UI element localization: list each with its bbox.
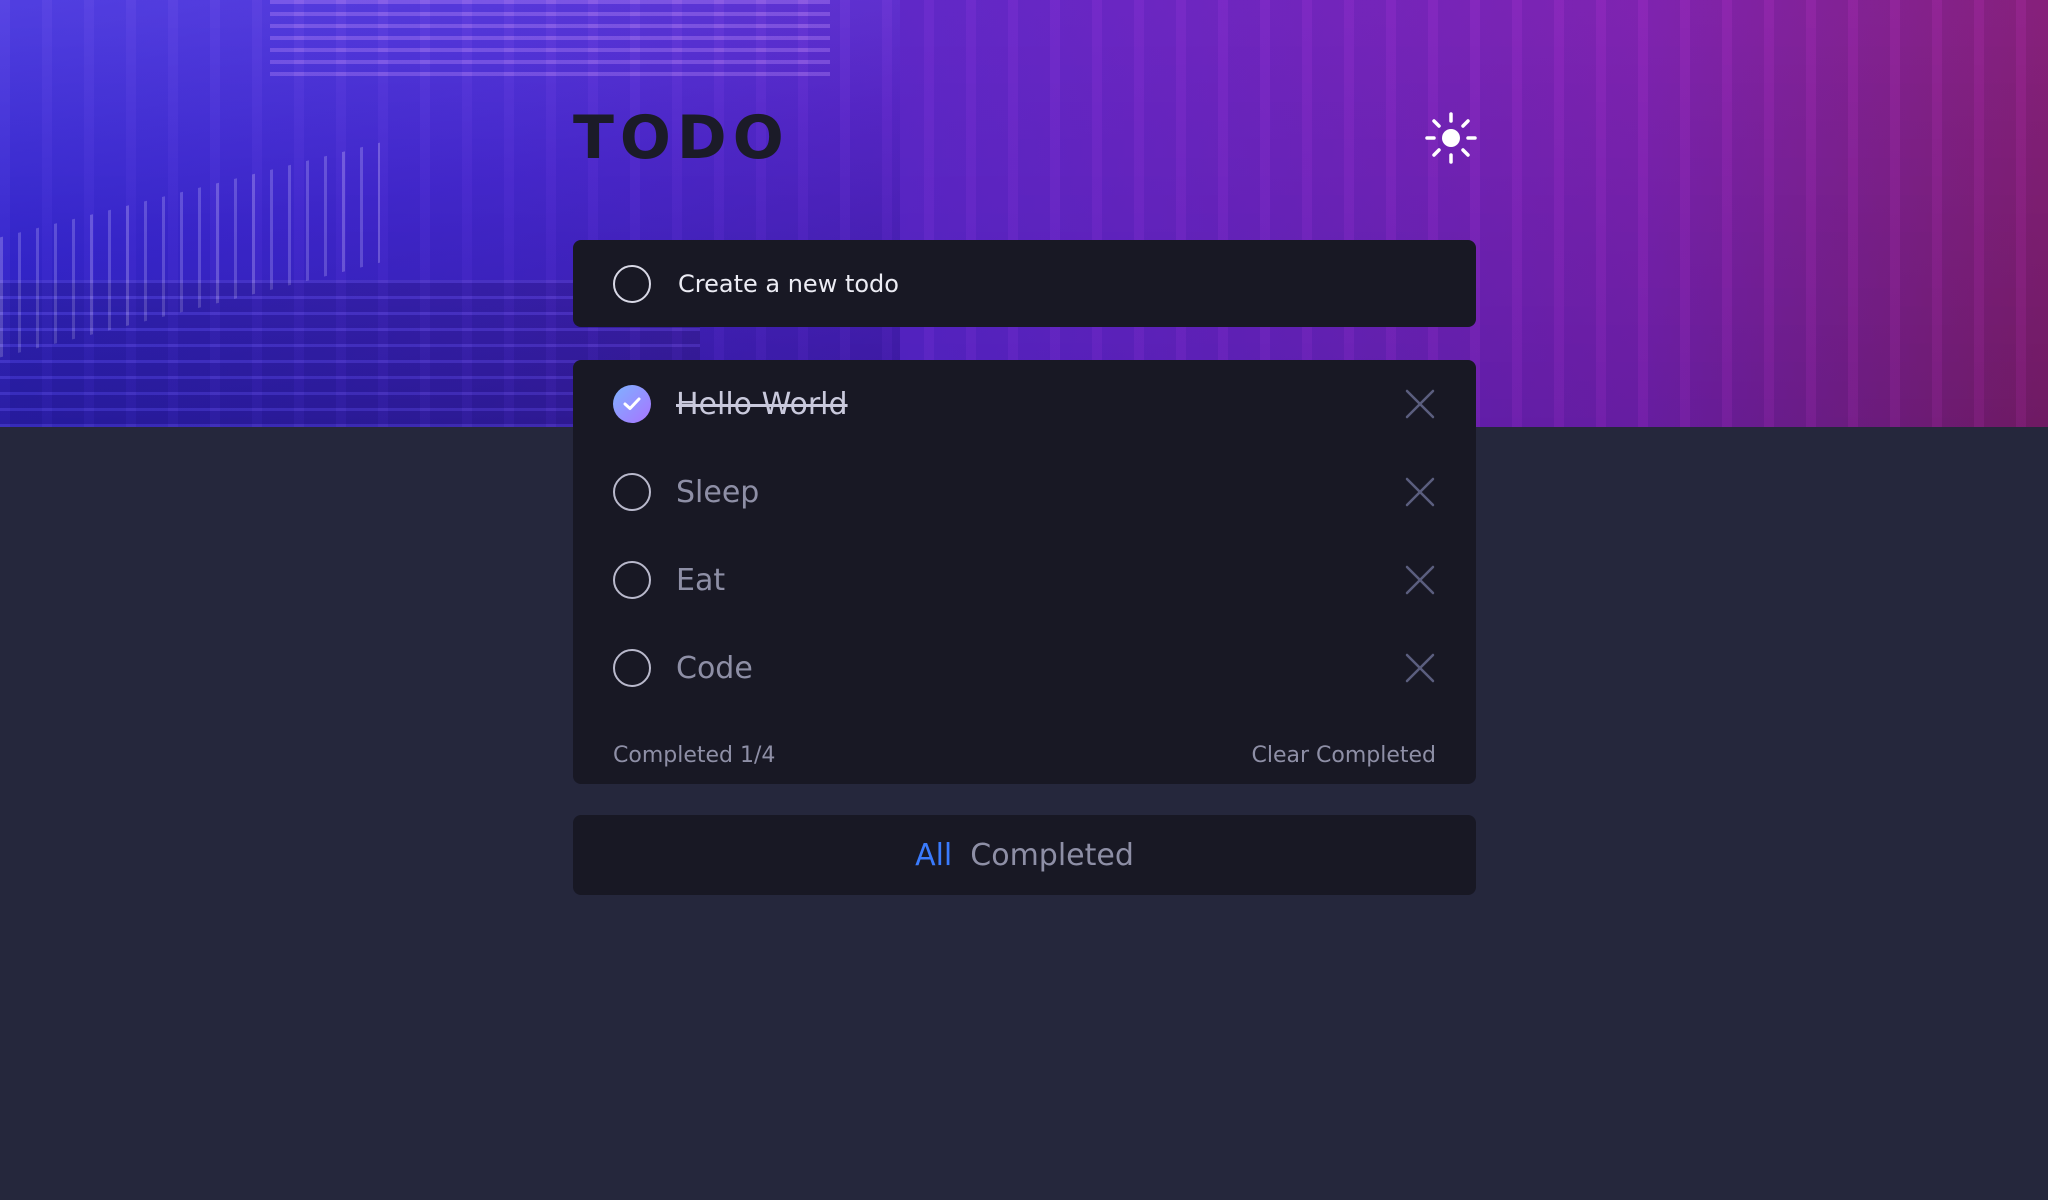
close-icon — [1405, 477, 1435, 507]
todo-checkbox[interactable] — [613, 473, 651, 511]
todo-item: Eat — [573, 536, 1476, 624]
todo-checkbox[interactable] — [613, 561, 651, 599]
delete-button[interactable] — [1404, 564, 1436, 596]
filter-bar: All Completed — [573, 815, 1476, 895]
todo-list: Hello World Sleep Eat Code Completed 1/4… — [573, 360, 1476, 784]
delete-button[interactable] — [1404, 476, 1436, 508]
page-title: TODO — [573, 103, 790, 173]
todo-label: Sleep — [676, 474, 760, 510]
todo-item: Hello World — [573, 360, 1476, 448]
delete-button[interactable] — [1404, 388, 1436, 420]
delete-button[interactable] — [1404, 652, 1436, 684]
new-todo-input[interactable] — [676, 268, 1440, 299]
theme-toggle-button[interactable] — [1425, 112, 1477, 164]
close-icon — [1405, 389, 1435, 419]
new-todo-bar — [573, 240, 1476, 327]
todo-label: Eat — [676, 562, 726, 598]
filter-completed-button[interactable]: Completed — [970, 838, 1134, 873]
todo-checkbox-checked[interactable] — [613, 385, 651, 423]
filter-all-button[interactable]: All — [915, 838, 952, 873]
app-header: TODO — [573, 100, 1477, 176]
list-footer: Completed 1/4 Clear Completed — [613, 730, 1436, 780]
todo-item: Sleep — [573, 448, 1476, 536]
new-todo-checkbox[interactable] — [613, 264, 651, 303]
todo-checkbox[interactable] — [613, 649, 651, 687]
todo-label: Code — [676, 650, 753, 686]
sun-icon — [1425, 112, 1477, 164]
completed-count: Completed 1/4 — [613, 742, 776, 768]
todo-item: Code — [573, 624, 1476, 712]
clear-completed-button[interactable]: Clear Completed — [1251, 743, 1436, 768]
todo-label: Hello World — [676, 386, 848, 422]
check-icon — [623, 397, 641, 410]
close-icon — [1405, 653, 1435, 683]
close-icon — [1405, 565, 1435, 595]
